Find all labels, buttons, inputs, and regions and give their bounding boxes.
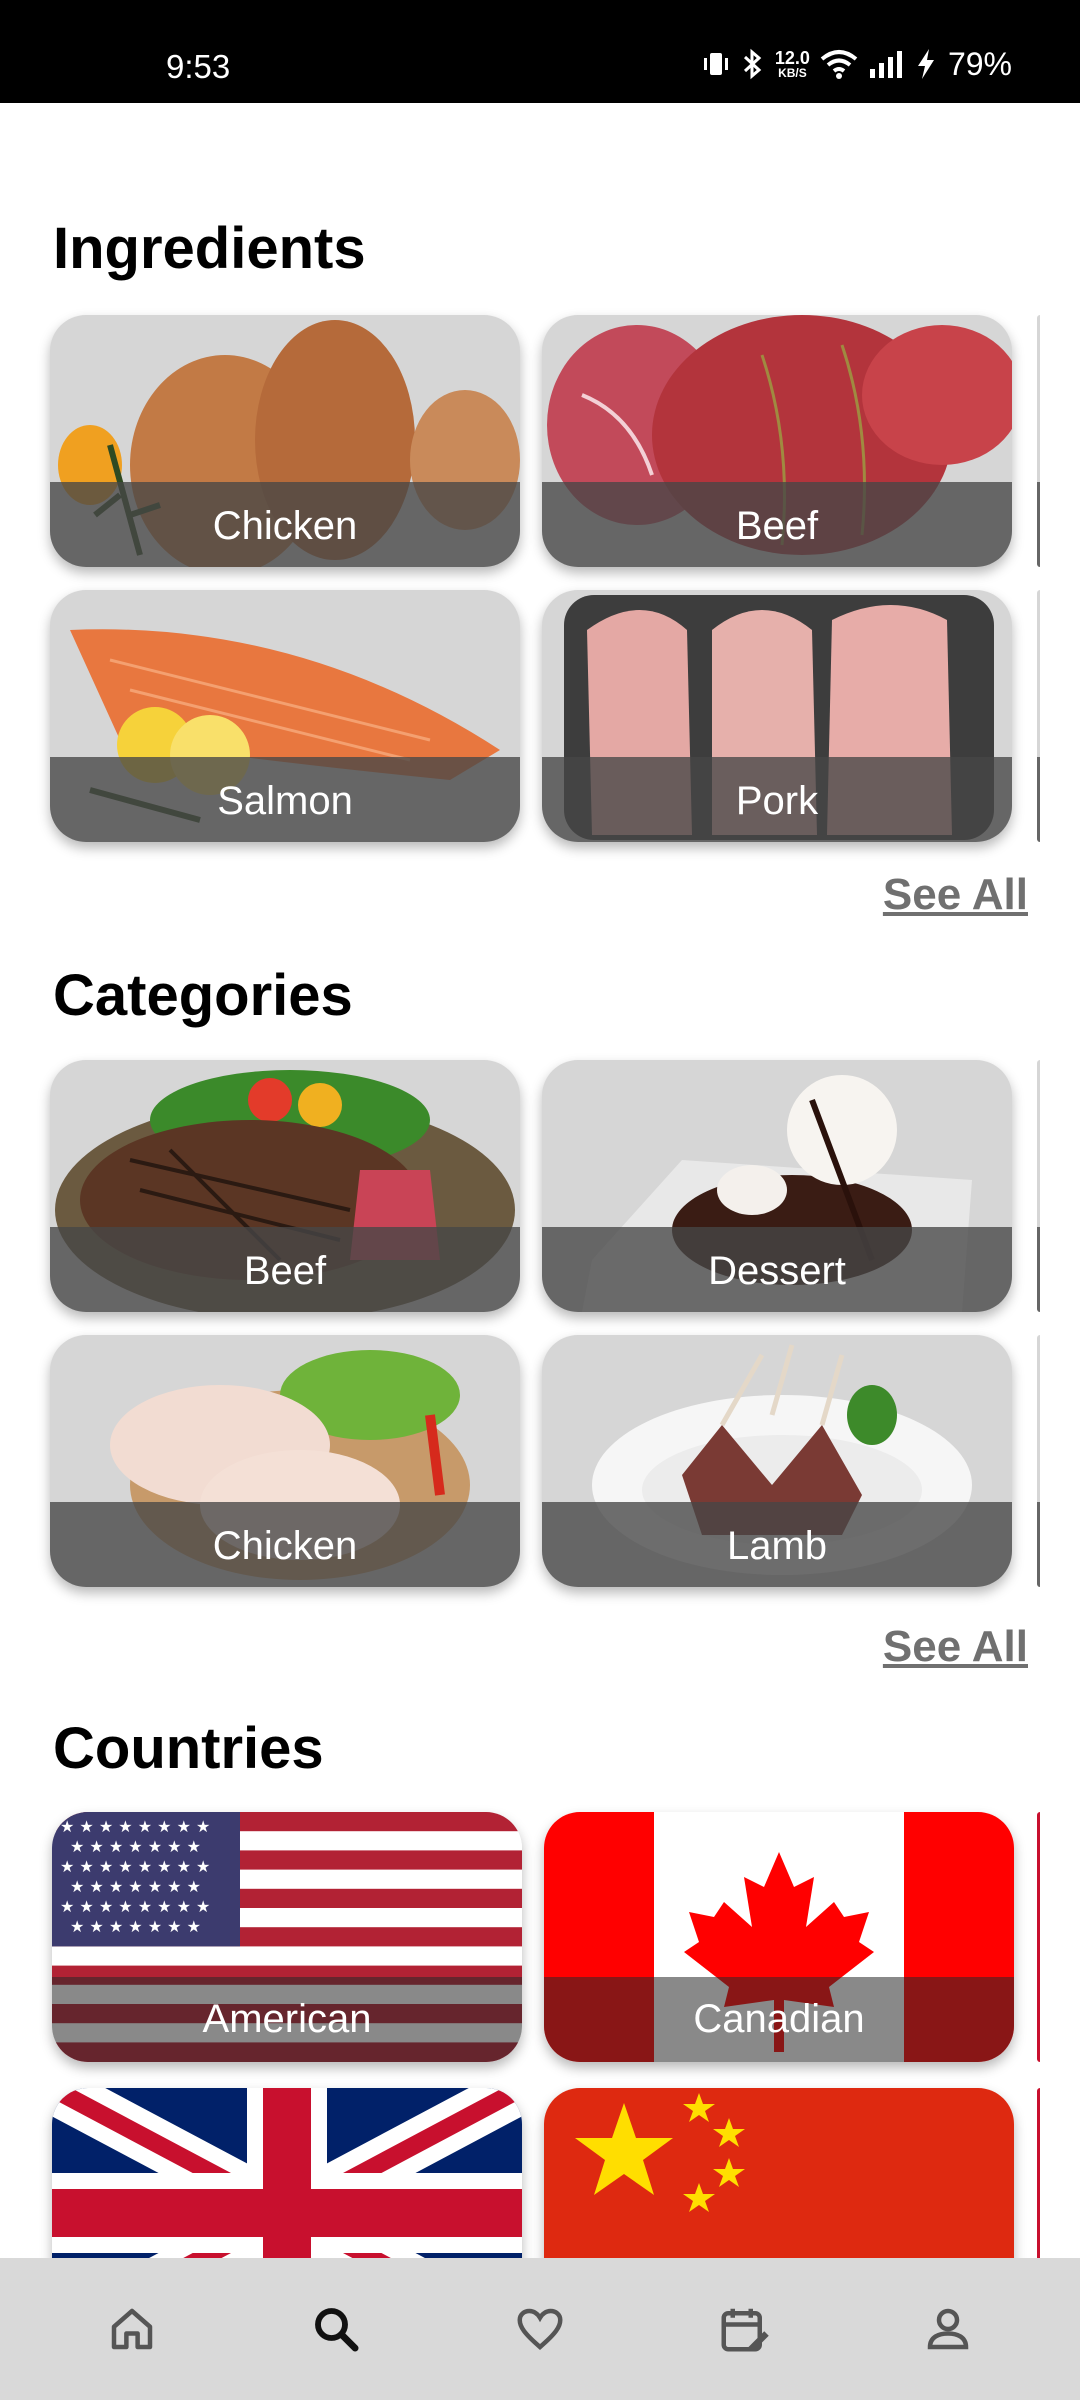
- category-card-beef[interactable]: Beef: [50, 1060, 520, 1312]
- svg-text:★ ★ ★ ★ ★ ★ ★: ★ ★ ★ ★ ★ ★ ★: [70, 1837, 201, 1856]
- net-speed: 12.0 KB/S: [775, 49, 810, 79]
- vibrate-icon: [701, 49, 731, 79]
- signal-icon: [868, 49, 906, 79]
- nav-profile[interactable]: [898, 2279, 998, 2379]
- country-label-american: American: [52, 1977, 522, 2062]
- battery-percent: 79%: [947, 45, 1012, 82]
- category-label-dessert: Dessert: [542, 1227, 1012, 1312]
- ingredients-title: Ingredients: [53, 216, 366, 281]
- profile-icon: [927, 2308, 969, 2350]
- country-card-american[interactable]: ★ ★ ★ ★ ★ ★ ★ ★ ★ ★ ★ ★ ★ ★ ★ ★ ★ ★ ★ ★ …: [52, 1812, 522, 2062]
- ingredient-card-peek[interactable]: [1037, 590, 1040, 842]
- ingredient-label-chicken: Chicken: [50, 482, 520, 567]
- svg-text:★ ★ ★ ★ ★ ★ ★ ★: ★ ★ ★ ★ ★ ★ ★ ★: [60, 1897, 210, 1916]
- nav-favorites[interactable]: [490, 2279, 590, 2379]
- category-label-lamb: Lamb: [542, 1502, 1012, 1587]
- category-card-chicken[interactable]: Chicken: [50, 1335, 520, 1587]
- category-label-chicken: Chicken: [50, 1502, 520, 1587]
- ingredient-card-salmon[interactable]: Salmon: [50, 590, 520, 842]
- nav-meal-plan[interactable]: [694, 2279, 794, 2379]
- ingredient-label-salmon: Salmon: [50, 757, 520, 842]
- ingredient-card-pork[interactable]: Pork: [542, 590, 1012, 842]
- country-card-canadian[interactable]: Canadian: [544, 1812, 1014, 2062]
- ingredient-card-beef[interactable]: Beef: [542, 315, 1012, 567]
- svg-text:★ ★ ★ ★ ★ ★ ★: ★ ★ ★ ★ ★ ★ ★: [70, 1877, 201, 1896]
- wifi-icon: [820, 49, 858, 79]
- countries-title: Countries: [53, 1716, 324, 1781]
- status-bar: 9:53 12.0 KB/S 79%: [0, 0, 1080, 103]
- categories-see-all-link[interactable]: See All: [883, 1622, 1028, 1672]
- charging-icon: [916, 48, 936, 80]
- home-icon: [111, 2308, 153, 2350]
- search-icon: [315, 2308, 359, 2352]
- nav-search[interactable]: [286, 2279, 386, 2379]
- ingredient-card-peek[interactable]: [1037, 315, 1040, 567]
- svg-text:★ ★ ★ ★ ★ ★ ★: ★ ★ ★ ★ ★ ★ ★: [70, 1917, 201, 1936]
- ingredients-see-all-link[interactable]: See All: [883, 870, 1028, 920]
- svg-text:★ ★ ★ ★ ★ ★ ★ ★: ★ ★ ★ ★ ★ ★ ★ ★: [60, 1857, 210, 1876]
- category-label-beef: Beef: [50, 1227, 520, 1312]
- ingredient-label-pork: Pork: [542, 757, 1012, 842]
- status-icons: 12.0 KB/S 79%: [701, 44, 1012, 84]
- screen: 9:53 12.0 KB/S 79% Ingredients Chicken B…: [0, 0, 1080, 2400]
- category-card-peek[interactable]: [1037, 1060, 1040, 1312]
- category-card-peek[interactable]: [1037, 1335, 1040, 1587]
- ingredient-label-beef: Beef: [542, 482, 1012, 567]
- country-card-peek[interactable]: [1037, 1812, 1040, 2062]
- ingredient-card-chicken[interactable]: Chicken: [50, 315, 520, 567]
- net-speed-value: 12.0: [774, 48, 810, 68]
- bottom-nav: [0, 2258, 1080, 2400]
- calendar-edit-icon: [721, 2308, 769, 2352]
- heart-icon: [517, 2308, 563, 2350]
- bluetooth-icon: [741, 48, 765, 80]
- net-speed-unit: KB/S: [778, 66, 807, 80]
- category-card-dessert[interactable]: Dessert: [542, 1060, 1012, 1312]
- categories-title: Categories: [53, 963, 353, 1028]
- nav-home[interactable]: [82, 2279, 182, 2379]
- country-label-canadian: Canadian: [544, 1977, 1014, 2062]
- svg-text:★ ★ ★ ★ ★ ★ ★ ★: ★ ★ ★ ★ ★ ★ ★ ★: [60, 1817, 210, 1836]
- status-time: 9:53: [166, 48, 231, 85]
- category-card-lamb[interactable]: Lamb: [542, 1335, 1012, 1587]
